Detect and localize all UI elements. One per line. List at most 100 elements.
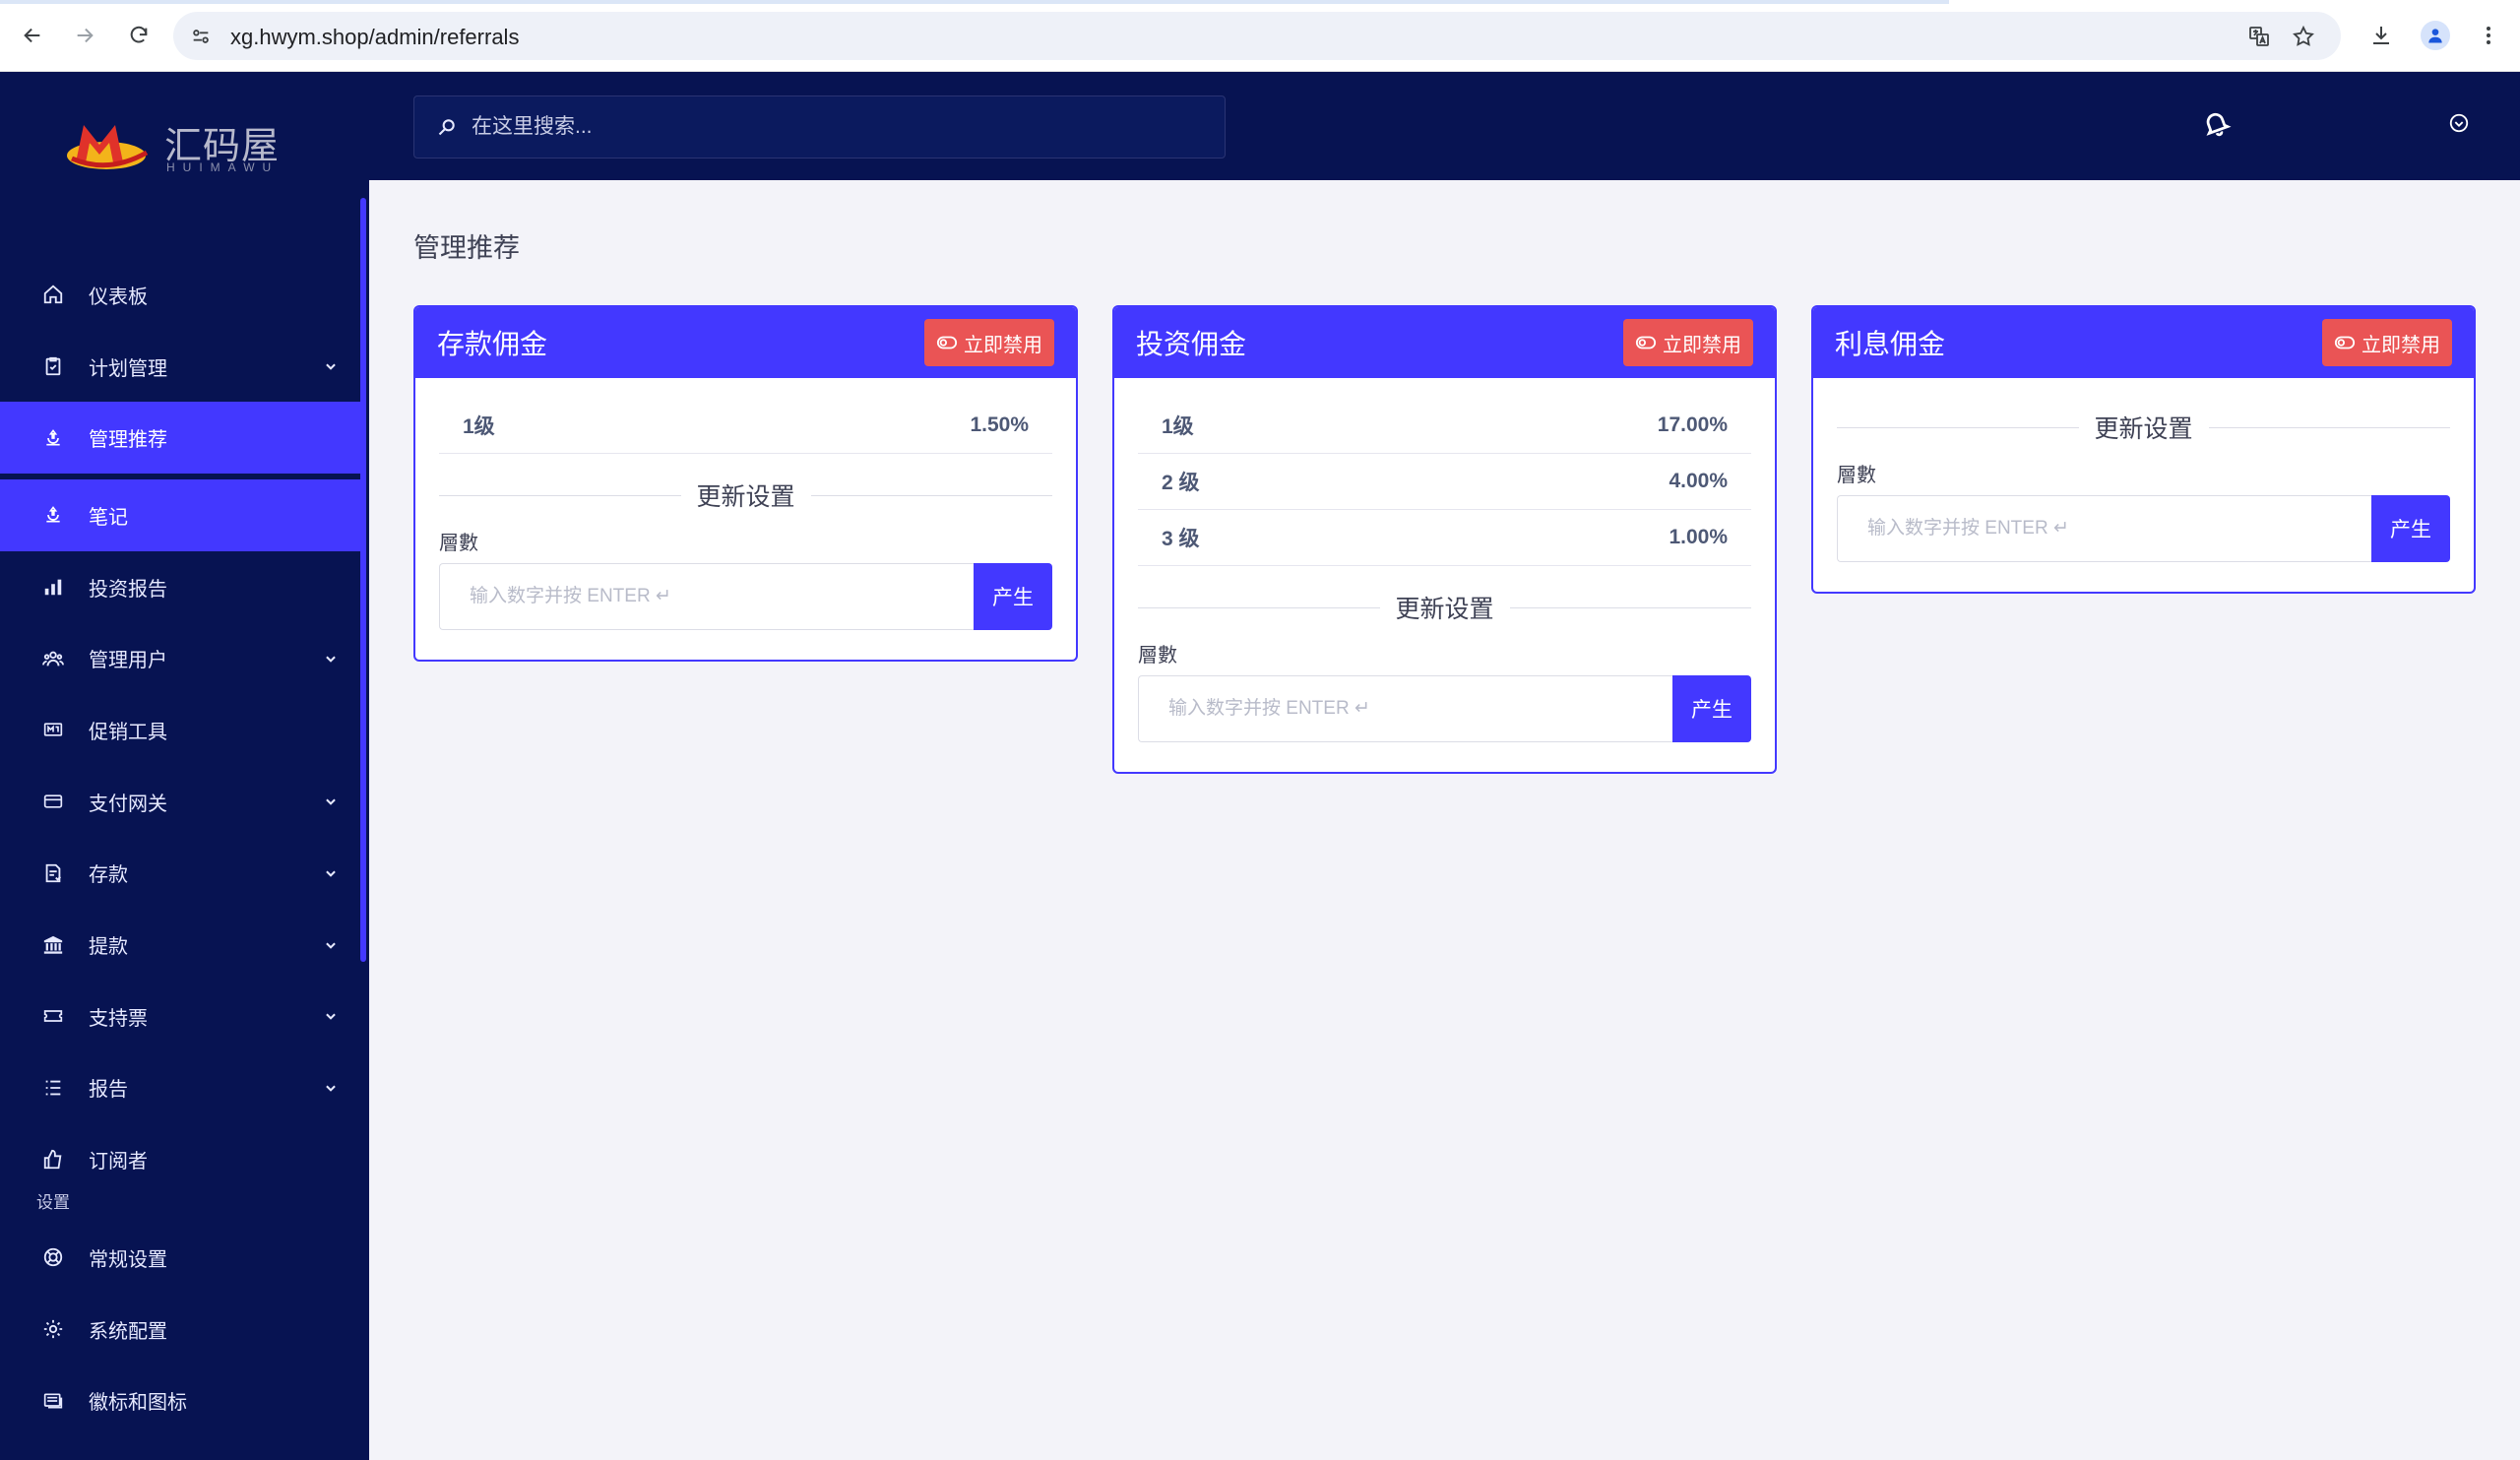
- settings-section-label: 设置: [36, 1193, 70, 1212]
- top-header: [369, 72, 2520, 180]
- sidebar-menu: 仪表板 计划管理 管理推荐 笔记 投资报告 管理用户 促销工具 支付网关 存款 …: [0, 259, 360, 1195]
- translate-icon[interactable]: [2246, 24, 2272, 49]
- sidebar-item-payment-gateway[interactable]: 支付网关: [0, 766, 360, 838]
- disable-now-label: 立即禁用: [2362, 334, 2440, 356]
- levels-input[interactable]: [439, 563, 974, 630]
- generate-button[interactable]: 产生: [2371, 495, 2450, 562]
- sidebar-item-deposits[interactable]: 存款: [0, 838, 360, 910]
- update-settings-divider: 更新设置: [439, 476, 1053, 515]
- card-header: 存款佣金 立即禁用: [415, 307, 1076, 378]
- level-row: 1级 17.00%: [1138, 398, 1751, 454]
- commission-card-interest: 利息佣金 立即禁用 更新设置 層數 产生: [1811, 305, 2476, 594]
- chevron-down-icon: [323, 1008, 339, 1024]
- sidebar-item-label: 订阅者: [89, 1151, 148, 1174]
- brand-logo[interactable]: 汇码屋 HUIMAWU: [64, 111, 281, 180]
- update-settings-divider: 更新设置: [1837, 408, 2451, 447]
- commission-card-investment: 投资佣金 立即禁用 1级 17.00% 2 级 4.00% 3 级 1.00% …: [1112, 305, 1777, 774]
- sidebar-item-subscribers[interactable]: 订阅者: [0, 1123, 360, 1195]
- search-box[interactable]: [413, 95, 1226, 159]
- page-title: 管理推荐: [413, 233, 520, 263]
- list-icon: [41, 1076, 65, 1100]
- sidebar-item-system-config[interactable]: 系统配置: [0, 1294, 360, 1365]
- promo-icon: [41, 718, 65, 741]
- card-body: 1级 1.50% 更新设置 層數 产生: [415, 378, 1076, 660]
- chevron-down-icon: [323, 1080, 339, 1096]
- levels-field-label: 層數: [1837, 465, 1876, 486]
- sidebar: 汇码屋 HUIMAWU 仪表板 计划管理 管理推荐 笔记 投资报告 管理用户 促…: [0, 72, 369, 1460]
- card-title: 投资佣金: [1136, 329, 1247, 359]
- sidebar-item-general-settings[interactable]: 常规设置: [0, 1222, 360, 1294]
- sidebar-scrollbar[interactable]: [360, 198, 366, 962]
- card-title: 存款佣金: [437, 329, 548, 359]
- user-menu-chevron-icon[interactable]: [2443, 107, 2475, 139]
- sidebar-item-support-tickets[interactable]: 支持票: [0, 981, 360, 1052]
- levels-input-group: 产生: [439, 563, 1052, 630]
- site-settings-icon[interactable]: [189, 25, 213, 48]
- arrow-right-icon: [77, 28, 94, 43]
- thumbs-up-icon: [41, 1148, 65, 1172]
- gear-icon: [41, 1317, 65, 1341]
- sidebar-item-manage-users[interactable]: 管理用户: [0, 622, 360, 694]
- toggle-off-icon: [2334, 332, 2356, 353]
- toggle-off-icon: [936, 332, 958, 353]
- levels-field-label: 層數: [1138, 645, 1177, 667]
- search-icon: [436, 116, 458, 138]
- sidebar-item-notes[interactable]: 笔记: [0, 479, 360, 551]
- sidebar-item-label: 支持票: [89, 1007, 148, 1030]
- sidebar-item-label: 徽标和图标: [89, 1392, 187, 1415]
- sidebar-item-label: 存款: [89, 864, 128, 887]
- referral-icon: [41, 503, 65, 527]
- sidebar-item-referrals[interactable]: 管理推荐: [0, 402, 360, 475]
- level-row: 2 级 4.00%: [1138, 454, 1751, 510]
- level-percent: 1.00%: [1669, 526, 1728, 548]
- sidebar-item-plans[interactable]: 计划管理: [0, 331, 360, 403]
- sidebar-item-promo-tools[interactable]: 促销工具: [0, 694, 360, 766]
- search-input[interactable]: [472, 115, 1161, 139]
- image-icon: [41, 1389, 65, 1413]
- levels-input-group: 产生: [1138, 675, 1751, 742]
- disable-now-button[interactable]: 立即禁用: [2322, 319, 2452, 366]
- chevron-down-icon: [323, 358, 339, 374]
- avatar[interactable]: [2421, 21, 2450, 50]
- levels-input[interactable]: [1837, 495, 2371, 562]
- downloads-icon[interactable]: [2365, 20, 2397, 51]
- sidebar-item-label: 仪表板: [89, 286, 148, 308]
- lifebuoy-icon: [41, 1245, 65, 1269]
- disable-now-button[interactable]: 立即禁用: [924, 319, 1054, 366]
- users-icon: [41, 647, 65, 670]
- chevron-down-icon: [323, 865, 339, 881]
- browser-toolbar: xg.hwym.shop/admin/referrals: [0, 0, 2520, 72]
- sidebar-settings-menu: 常规设置 系统配置 徽标和图标: [0, 1222, 360, 1436]
- sidebar-item-label: 促销工具: [89, 721, 167, 743]
- toggle-off-icon: [1635, 332, 1657, 353]
- notification-bell-icon[interactable]: [2200, 107, 2232, 139]
- levels-input[interactable]: [1138, 675, 1672, 742]
- sidebar-item-withdrawals[interactable]: 提款: [0, 909, 360, 981]
- card-body: 1级 17.00% 2 级 4.00% 3 级 1.00% 更新设置 層數 产生: [1114, 378, 1775, 772]
- divider-text: 更新设置: [696, 483, 795, 511]
- star-icon[interactable]: [2291, 24, 2316, 49]
- sidebar-item-logo-favicon[interactable]: 徽标和图标: [0, 1365, 360, 1436]
- profile-button[interactable]: [2420, 20, 2451, 51]
- sidebar-item-investment-report[interactable]: 投资报告: [0, 551, 360, 623]
- arrow-left-icon: [24, 28, 40, 43]
- generate-button[interactable]: 产生: [974, 563, 1052, 630]
- sidebar-item-dashboard[interactable]: 仪表板: [0, 259, 360, 331]
- level-name: 2 级: [1162, 472, 1200, 494]
- back-button[interactable]: [17, 20, 48, 51]
- logo-subtext: HUIMAWU: [166, 160, 280, 174]
- card-header: 投资佣金 立即禁用: [1114, 307, 1775, 378]
- page-load-progress: [0, 0, 1949, 4]
- sidebar-item-reports[interactable]: 报告: [0, 1052, 360, 1124]
- sidebar-item-label: 提款: [89, 936, 128, 959]
- chevron-down-icon: [323, 651, 339, 667]
- forward-button[interactable]: [69, 20, 100, 51]
- url-text[interactable]: xg.hwym.shop/admin/referrals: [230, 25, 519, 50]
- levels-input-group: 产生: [1837, 495, 2450, 562]
- address-bar[interactable]: xg.hwym.shop/admin/referrals: [173, 12, 2341, 60]
- reload-button[interactable]: [123, 20, 155, 51]
- generate-button[interactable]: 产生: [1672, 675, 1751, 742]
- deposit-icon: [41, 861, 65, 885]
- disable-now-button[interactable]: 立即禁用: [1623, 319, 1753, 366]
- browser-menu-button[interactable]: [2473, 20, 2504, 51]
